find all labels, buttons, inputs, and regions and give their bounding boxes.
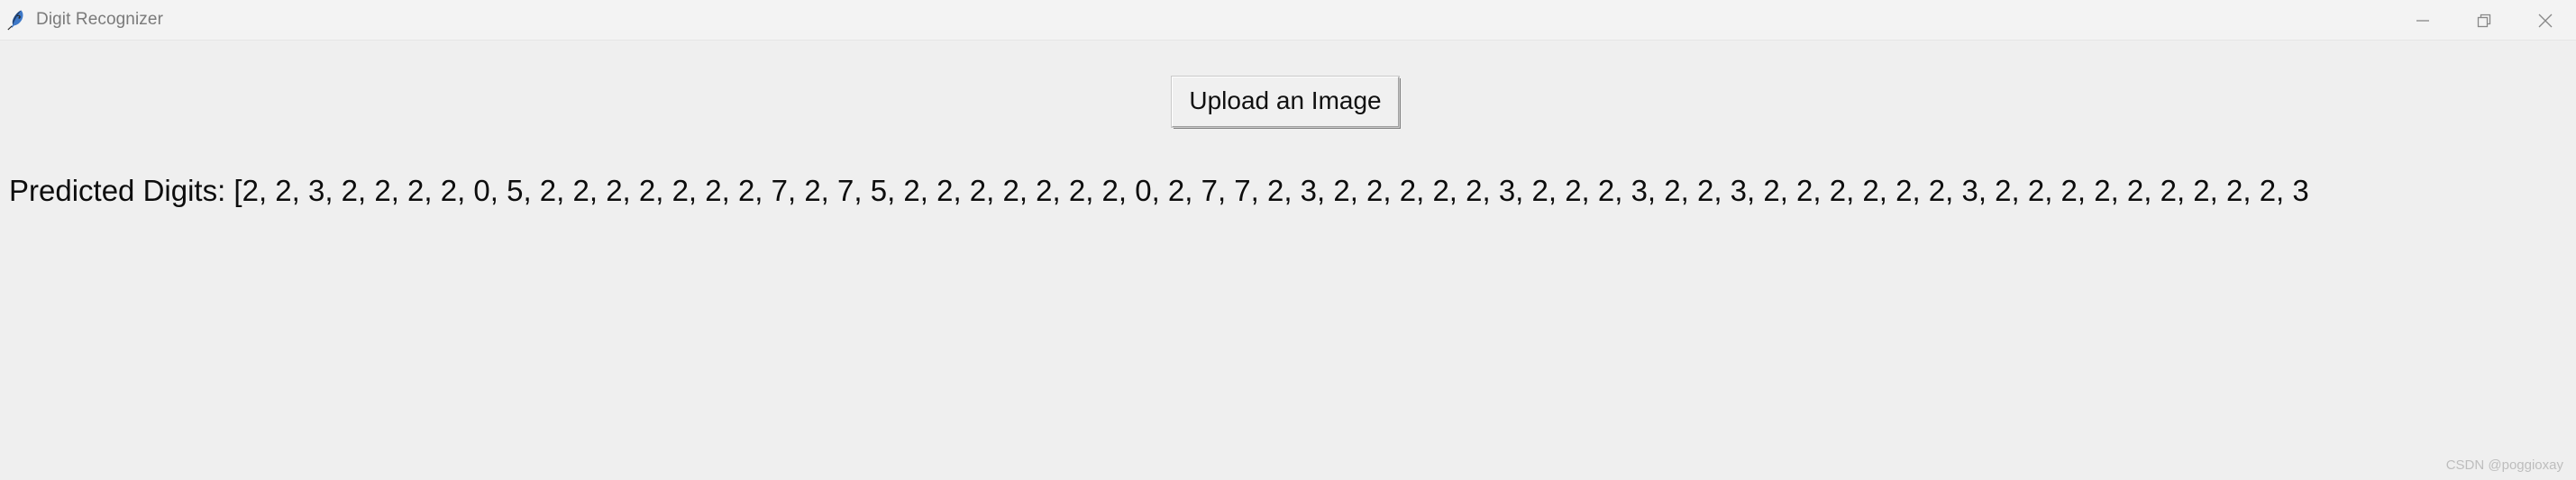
restore-button[interactable] bbox=[2453, 0, 2515, 41]
restore-icon bbox=[2477, 14, 2491, 27]
upload-button-row: Upload an Image bbox=[0, 76, 2576, 128]
window-controls bbox=[2392, 0, 2576, 41]
watermark-text: CSDN @poggioxay bbox=[2445, 457, 2563, 473]
predicted-digits-label: Predicted Digits: [2, 2, 3, 2, 2, 2, 2, … bbox=[9, 174, 2309, 207]
close-button[interactable] bbox=[2515, 0, 2576, 41]
app-client-area: Upload an Image Predicted Digits: [2, 2,… bbox=[0, 41, 2576, 480]
minimize-button[interactable] bbox=[2392, 0, 2453, 41]
window-title: Digit Recognizer bbox=[36, 10, 163, 29]
window-titlebar: Digit Recognizer bbox=[0, 0, 2576, 41]
upload-image-button[interactable]: Upload an Image bbox=[1171, 76, 1400, 128]
minimize-icon bbox=[2416, 19, 2429, 22]
close-icon bbox=[2538, 14, 2553, 27]
tkinter-feather-icon bbox=[7, 10, 23, 31]
